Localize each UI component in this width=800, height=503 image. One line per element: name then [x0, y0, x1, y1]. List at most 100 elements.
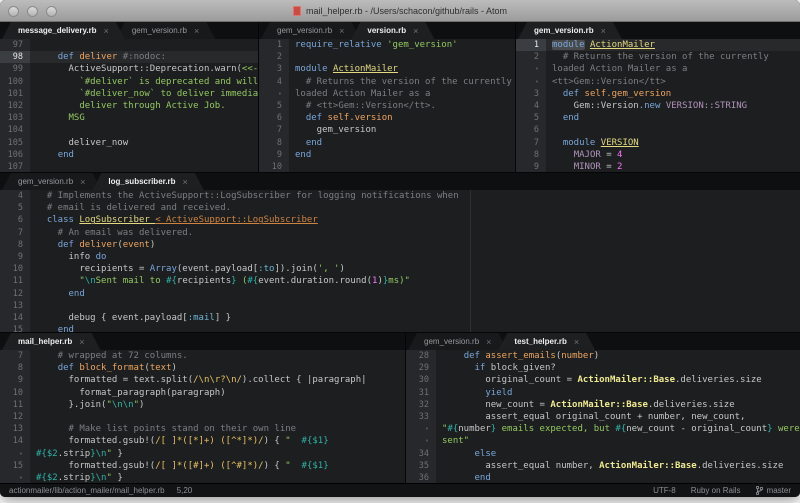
code-line[interactable]: 32 new_count = ActionMailer::Base.delive… [406, 399, 800, 411]
code-line[interactable]: 10 format_paragraph(paragraph) [0, 387, 405, 399]
zoom-button[interactable] [46, 6, 57, 17]
code-line[interactable]: 13 # Make list points stand on their own… [0, 423, 405, 435]
code-line[interactable]: 29 if block_given? [406, 362, 800, 374]
code-line[interactable]: 9 info do [0, 251, 800, 263]
code-line[interactable]: 4 # Returns the version of the currently [259, 76, 515, 88]
code-line[interactable]: 28 def assert_emails(number) [406, 350, 800, 362]
code-line[interactable]: •#{$2.strip}\n" } [0, 448, 405, 460]
editor[interactable]: 9798 def deliver #:nodoc:99 ActiveSuppor… [0, 39, 258, 172]
code-line[interactable]: 10 [259, 161, 515, 172]
code-line[interactable]: 100 `#deliver` is deprecated and will be… [0, 76, 258, 88]
code-line[interactable]: 11 }.join("\n\n") [0, 399, 405, 411]
code-line[interactable]: •"#{number} emails expected, but #{new_c… [406, 423, 800, 435]
code-line[interactable]: 35 assert_equal number, ActionMailer::Ba… [406, 460, 800, 472]
editor[interactable]: 1require_relative 'gem_version'23module … [259, 39, 515, 172]
code-line[interactable]: •loaded Action Mailer as a [259, 88, 515, 100]
code-line[interactable]: 13 [0, 300, 800, 312]
code-line[interactable]: 14 formatted.gsub!(/[ ]*([*]+) ([^*]*)/)… [0, 435, 405, 447]
status-cursor-position[interactable]: 5,20 [177, 486, 193, 495]
tab-gem_version.rb[interactable]: gem_version.rb× [408, 333, 507, 350]
status-git-branch[interactable]: master [756, 486, 791, 495]
code-line[interactable]: 9 formatted = text.split(/\n\r?\n/).coll… [0, 374, 405, 386]
code-line[interactable]: 8 MAJOR = 4 [516, 149, 800, 161]
title-bar[interactable]: mail_helper.rb - /Users/schacon/github/r… [0, 0, 800, 22]
code-line[interactable]: 10 recipients = Array(event.payload[:to]… [0, 263, 800, 275]
code-line[interactable]: 33 assert_equal original_count + number,… [406, 411, 800, 423]
code-line[interactable]: 104 [0, 124, 258, 136]
tab-close-icon[interactable]: × [80, 177, 85, 187]
code-line[interactable]: 11 "\nSent mail to #{recipients} (#{even… [0, 275, 800, 287]
code-line[interactable]: 102 deliver through Active Job. [0, 100, 258, 112]
code-line[interactable]: 5 end [516, 112, 800, 124]
code-line[interactable]: 14 debug { event.payload[:mail] } [0, 312, 800, 324]
code-line[interactable]: 5 # <tt>Gem::Version</tt>. [259, 100, 515, 112]
close-button[interactable] [8, 6, 19, 17]
code-line[interactable]: 105 deliver_now [0, 137, 258, 149]
code-line[interactable]: 36 end [406, 472, 800, 483]
code-line[interactable]: 7 # An email was delivered. [0, 227, 800, 239]
code-line[interactable]: 2 # Returns the version of the currently [516, 51, 800, 63]
tab-close-icon[interactable]: × [486, 337, 491, 347]
tab-close-icon[interactable]: × [339, 26, 344, 36]
editor[interactable]: 4 # Implements the ActiveSupport::LogSub… [0, 190, 800, 332]
code-line[interactable]: 3module ActionMailer [259, 63, 515, 75]
tab-close-icon[interactable]: × [413, 26, 418, 36]
minimize-button[interactable] [27, 6, 38, 17]
code-line[interactable]: 34 else [406, 448, 800, 460]
tab-test_helper.rb[interactable]: test_helper.rb× [498, 333, 595, 350]
code-line[interactable]: 9end [259, 149, 515, 161]
code-line[interactable]: 15 end [0, 324, 800, 332]
code-line[interactable]: •#{$2.strip}\n" } [0, 472, 405, 483]
code-line[interactable]: 15 formatted.gsub!(/[ ]*([#]+) ([^#]*)/)… [0, 460, 405, 472]
tab-message_delivery.rb[interactable]: message_delivery.rb× [2, 22, 125, 39]
code-line[interactable]: •loaded Action Mailer as a [516, 63, 800, 75]
code-line[interactable]: 8 def block_format(text) [0, 362, 405, 374]
code-line[interactable]: 9 MINOR = 2 [516, 161, 800, 172]
editor[interactable]: 1module ActionMailer2 # Returns the vers… [516, 39, 800, 172]
code-line[interactable]: 103 MSG [0, 112, 258, 124]
status-encoding[interactable]: UTF-8 [653, 486, 676, 495]
code-line[interactable]: 6 def self.version [259, 112, 515, 124]
tab-gem_version.rb[interactable]: gem_version.rb× [2, 173, 101, 190]
code-line[interactable]: 6 class LogSubscriber < ActiveSupport::L… [0, 214, 800, 226]
code-line[interactable]: 5 # email is delivered and received. [0, 202, 800, 214]
tab-close-icon[interactable]: × [601, 26, 606, 36]
code-line[interactable]: 97 [0, 39, 258, 51]
code-line[interactable]: 1module ActionMailer [516, 39, 800, 51]
tab-gem_version.rb[interactable]: gem_version.rb× [261, 22, 360, 39]
code-line[interactable]: 3 def self.gem_version [516, 88, 800, 100]
tab-close-icon[interactable]: × [104, 26, 109, 36]
code-line[interactable]: •sent" [406, 435, 800, 447]
code-line[interactable]: •<tt>Gem::Version</tt> [516, 76, 800, 88]
code-line[interactable]: 1require_relative 'gem_version' [259, 39, 515, 51]
code-line[interactable]: 4 # Implements the ActiveSupport::LogSub… [0, 190, 800, 202]
code-line[interactable]: 4 Gem::Version.new VERSION::STRING [516, 100, 800, 112]
editor[interactable]: 28 def assert_emails(number)29 if block_… [406, 350, 800, 483]
code-line[interactable]: 31 yield [406, 387, 800, 399]
code-line[interactable]: 106 end [0, 149, 258, 161]
code-line[interactable]: 101 `#deliver_now` to deliver immediatel… [0, 88, 258, 100]
code-line[interactable]: 6 [516, 124, 800, 136]
tab-close-icon[interactable]: × [194, 26, 199, 36]
code-line[interactable]: 12 [0, 411, 405, 423]
code-line[interactable]: 8 def deliver(event) [0, 239, 800, 251]
code-line[interactable]: 7 # wrapped at 72 columns. [0, 350, 405, 362]
code-line[interactable]: 7 module VERSION [516, 137, 800, 149]
code-line[interactable]: 7 gem_version [259, 124, 515, 136]
tab-log_subscriber.rb[interactable]: log_subscriber.rb× [92, 173, 203, 190]
code-line[interactable]: 8 end [259, 137, 515, 149]
code-line[interactable]: 2 [259, 51, 515, 63]
tab-mail_helper.rb[interactable]: mail_helper.rb× [2, 333, 101, 350]
code-line[interactable]: 12 end [0, 288, 800, 300]
code-line[interactable]: 30 original_count = ActionMailer::Base.d… [406, 374, 800, 386]
status-grammar[interactable]: Ruby on Rails [691, 486, 741, 495]
tab-version.rb[interactable]: version.rb× [351, 22, 434, 39]
tab-gem_version.rb[interactable]: gem_version.rb× [518, 22, 622, 39]
code-line[interactable]: 99 ActiveSupport::Deprecation.warn(<<-MS… [0, 63, 258, 75]
tab-close-icon[interactable]: × [183, 177, 188, 187]
tab-close-icon[interactable]: × [79, 337, 84, 347]
tab-gem_version.rb[interactable]: gem_version.rb× [116, 22, 215, 39]
editor[interactable]: 7 # wrapped at 72 columns.8 def block_fo… [0, 350, 405, 483]
code-line[interactable]: 98 def deliver #:nodoc: [0, 51, 258, 63]
code-line[interactable]: 107 [0, 161, 258, 172]
